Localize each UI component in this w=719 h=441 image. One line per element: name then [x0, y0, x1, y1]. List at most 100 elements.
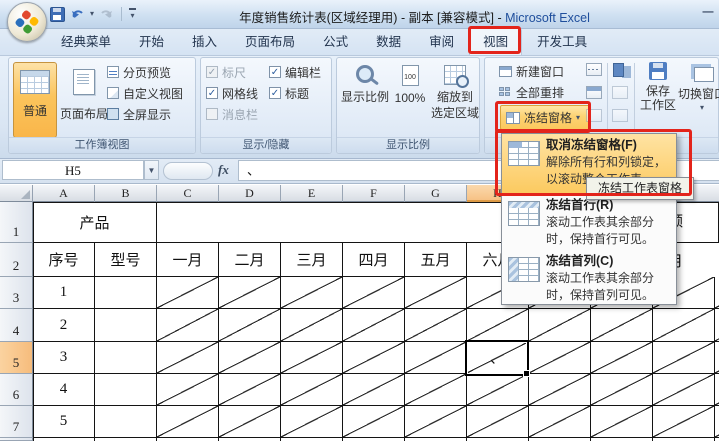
cell-diagonal[interactable] [653, 406, 715, 438]
cell-diagonal[interactable] [281, 374, 343, 406]
cell-row2-3[interactable]: 二月 [219, 243, 281, 277]
cell-model-blank[interactable] [95, 277, 157, 309]
cell-diagonal[interactable] [405, 342, 467, 374]
cell-diagonal[interactable] [219, 374, 281, 406]
row-header-3[interactable]: 3 [0, 277, 33, 309]
cell-row2-4[interactable]: 三月 [281, 243, 343, 277]
cell-diagonal[interactable] [281, 309, 343, 342]
cell-diagonal[interactable] [715, 309, 719, 342]
cell-diagonal[interactable] [715, 406, 719, 438]
cell-diagonal[interactable] [653, 309, 715, 342]
checkbox-headings[interactable]: ✓ 标题 [269, 86, 329, 101]
tab-insert[interactable]: 插入 [179, 28, 230, 55]
custom-views-button[interactable]: 自定义视图 [107, 85, 183, 101]
page-break-preview-button[interactable]: 分页预览 [107, 64, 171, 80]
cell-diagonal[interactable] [653, 342, 715, 374]
select-all-corner[interactable] [0, 185, 33, 202]
undo-dropdown-icon[interactable]: ▾ [90, 10, 94, 18]
column-header-A[interactable]: A [33, 185, 95, 202]
column-header-E[interactable]: E [281, 185, 343, 202]
cell-diagonal[interactable] [157, 309, 219, 342]
cell-diagonal[interactable] [529, 309, 591, 342]
cell-model-blank[interactable] [95, 374, 157, 406]
cell-diagonal[interactable] [467, 374, 529, 406]
fill-handle[interactable] [523, 370, 530, 377]
column-header-F[interactable]: F [343, 185, 405, 202]
tab-view[interactable]: 视图 [469, 28, 523, 55]
cell-diagonal[interactable] [715, 374, 719, 406]
cell-diagonal[interactable] [219, 309, 281, 342]
column-header-B[interactable]: B [95, 185, 157, 202]
cell-product-header[interactable]: 产品 [33, 202, 157, 243]
checkbox-gridlines[interactable]: ✓ 网格线 [206, 86, 269, 101]
checkbox-formula-bar[interactable]: ✓ 编辑栏 [269, 65, 329, 80]
row-header-2[interactable]: 2 [0, 243, 33, 277]
tab-classic-menu[interactable]: 经典菜单 [48, 28, 124, 55]
cell-diagonal[interactable] [219, 277, 281, 309]
cell-diagonal[interactable] [157, 277, 219, 309]
menu-item-freeze-first-column[interactable]: 冻结首列(C) 滚动工作表其余部分 时，保持首列可见。 [502, 250, 676, 306]
tab-review[interactable]: 审阅 [416, 28, 467, 55]
cell-diagonal[interactable] [219, 342, 281, 374]
save-icon[interactable] [50, 6, 65, 22]
cell-diagonal[interactable] [529, 406, 591, 438]
view-side-by-side-icon[interactable] [613, 63, 624, 77]
row-header-5[interactable]: 5 [0, 342, 33, 374]
tab-data[interactable]: 数据 [363, 28, 414, 55]
cell-diagonal[interactable] [343, 406, 405, 438]
cell-diagonal[interactable] [281, 406, 343, 438]
zoom-100-button[interactable]: 100% [391, 61, 429, 105]
save-workspace-button[interactable]: 保存 工作区 [639, 62, 677, 112]
cell-model-blank[interactable] [95, 342, 157, 374]
cell-diagonal[interactable] [467, 309, 529, 342]
cell-row2-1[interactable]: 型号 [95, 243, 157, 277]
new-window-button[interactable]: 新建窗口 [499, 63, 564, 79]
cell-model-blank[interactable] [95, 406, 157, 438]
tab-page-layout[interactable]: 页面布局 [232, 28, 308, 55]
cell-serial-5[interactable]: 5 [33, 406, 95, 438]
customize-qat-icon[interactable]: ▾ [129, 8, 137, 20]
cell-serial-1[interactable]: 1 [33, 277, 95, 309]
cell-diagonal[interactable] [715, 277, 719, 309]
full-screen-button[interactable]: 全屏显示 [107, 106, 171, 122]
cell-diagonal[interactable] [343, 277, 405, 309]
cell-serial-2[interactable]: 2 [33, 309, 95, 342]
cell-diagonal[interactable] [405, 309, 467, 342]
cell-diagonal[interactable] [405, 277, 467, 309]
cell-diagonal[interactable] [157, 406, 219, 438]
cell-diagonal[interactable] [591, 342, 653, 374]
cell-diagonal[interactable] [529, 342, 591, 374]
cell-row2-5[interactable]: 四月 [343, 243, 405, 277]
freeze-panes-button[interactable]: 冻结窗格 ▾ [500, 105, 590, 130]
name-box-dropdown-icon[interactable]: ▼ [144, 160, 159, 180]
cell-diagonal[interactable] [343, 374, 405, 406]
tab-home[interactable]: 开始 [126, 28, 177, 55]
undo-icon[interactable] [70, 8, 85, 21]
office-button[interactable] [7, 2, 47, 42]
cell-diagonal[interactable] [591, 406, 653, 438]
column-header-C[interactable]: C [157, 185, 219, 202]
row-header-4[interactable]: 4 [0, 309, 33, 342]
split-button[interactable] [586, 63, 602, 76]
cell-diagonal[interactable] [653, 374, 715, 406]
zoom-to-selection-button[interactable]: 缩放到 选定区域 [431, 61, 479, 121]
active-cell-H5[interactable]: 、 [465, 340, 530, 377]
cell-row2-6[interactable]: 五月 [405, 243, 467, 277]
tab-developer[interactable]: 开发工具 [524, 28, 600, 55]
row-header-6[interactable]: 6 [0, 374, 33, 406]
cell-diagonal[interactable] [591, 374, 653, 406]
column-header-D[interactable]: D [219, 185, 281, 202]
cell-diagonal[interactable] [405, 374, 467, 406]
cell-diagonal[interactable] [157, 342, 219, 374]
name-box[interactable]: H5 [2, 160, 144, 180]
cell-serial-3[interactable]: 3 [33, 342, 95, 374]
cell-diagonal[interactable] [529, 374, 591, 406]
menu-item-freeze-top-row[interactable]: 冻结首行(R) 滚动工作表其余部分 时，保持首行可见。 [502, 194, 676, 250]
column-header-G[interactable]: G [405, 185, 467, 202]
cell-model-blank[interactable] [95, 309, 157, 342]
cell-diagonal[interactable] [467, 406, 529, 438]
insert-function-icon[interactable]: fx [218, 162, 229, 178]
cell-diagonal[interactable] [281, 277, 343, 309]
cell-diagonal[interactable] [343, 309, 405, 342]
tab-formulas[interactable]: 公式 [310, 28, 361, 55]
